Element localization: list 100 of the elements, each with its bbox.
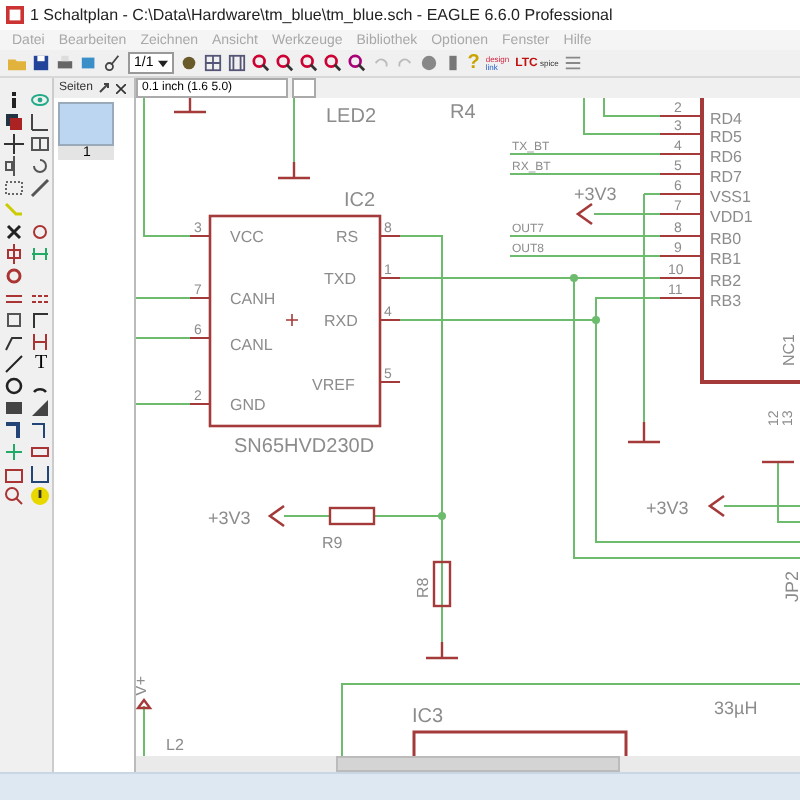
pin-label: RB3 bbox=[710, 292, 742, 310]
printer-icon[interactable] bbox=[56, 54, 74, 72]
move-icon[interactable] bbox=[4, 134, 24, 154]
pen-icon[interactable] bbox=[30, 178, 50, 198]
label-icon[interactable] bbox=[30, 442, 50, 462]
supply-label: +3V3 bbox=[574, 184, 617, 204]
pin-line bbox=[379, 381, 401, 383]
pin-label: CANH bbox=[230, 290, 276, 308]
rectangle-icon[interactable] bbox=[4, 398, 24, 418]
supply-label: +3V3 bbox=[208, 508, 251, 528]
pin-label: RB1 bbox=[710, 250, 742, 268]
ruler-icon[interactable] bbox=[30, 112, 50, 132]
pin-line bbox=[189, 337, 211, 339]
junction-dot bbox=[570, 274, 578, 282]
part-name: IC2 bbox=[344, 190, 376, 212]
layers-icon[interactable] bbox=[4, 112, 24, 132]
part-value: 33µH bbox=[714, 698, 758, 718]
zoom-icon[interactable] bbox=[251, 54, 270, 72]
pin-line bbox=[379, 319, 401, 321]
pin-label: GND bbox=[230, 396, 266, 414]
pin-label: RD6 bbox=[710, 148, 743, 166]
pin-label: RB2 bbox=[710, 272, 742, 290]
layout-icon[interactable] bbox=[564, 54, 583, 72]
zoom-out-icon[interactable] bbox=[299, 54, 318, 72]
package-icon[interactable] bbox=[4, 310, 24, 330]
pin-line bbox=[189, 403, 211, 405]
grid-icon[interactable] bbox=[227, 54, 246, 72]
grid-icon[interactable] bbox=[203, 54, 222, 72]
supply-triangle bbox=[136, 698, 153, 710]
caret-icon[interactable] bbox=[157, 59, 168, 67]
export-icon[interactable] bbox=[80, 54, 98, 72]
pin-line bbox=[659, 133, 701, 135]
pin-line bbox=[659, 115, 701, 117]
polygon-icon[interactable] bbox=[30, 398, 50, 418]
wire bbox=[583, 98, 661, 135]
circle-icon[interactable] bbox=[4, 376, 24, 396]
wire bbox=[293, 98, 295, 163]
pin-label: CANL bbox=[230, 336, 273, 354]
pin-label: VDD1 bbox=[710, 208, 753, 226]
ground-symbol bbox=[276, 160, 312, 180]
warning-icon[interactable] bbox=[30, 486, 50, 506]
delete-icon[interactable] bbox=[4, 222, 24, 242]
split-icon[interactable] bbox=[4, 244, 24, 264]
attribute-icon[interactable] bbox=[4, 464, 24, 484]
part-name: R9 bbox=[322, 534, 343, 552]
zoom-icon[interactable] bbox=[323, 54, 342, 72]
ground-symbol bbox=[626, 420, 662, 444]
pin-line bbox=[659, 193, 701, 195]
pin-label: RD5 bbox=[710, 128, 743, 146]
pin-label: VCC bbox=[230, 228, 264, 246]
part-name: IC3 bbox=[412, 706, 444, 728]
bend-icon[interactable] bbox=[4, 332, 24, 352]
corner-icon[interactable] bbox=[30, 310, 50, 330]
rotate-icon[interactable] bbox=[30, 156, 50, 176]
app-icon bbox=[6, 6, 24, 24]
pin-line bbox=[659, 255, 701, 257]
window-title: 1 Schaltplan - C:\Data\Hardware\tm_blue\tm_blue.sch - EAGLE 6.6.0 Professional bbox=[30, 6, 613, 24]
part-name: LED2 bbox=[326, 106, 377, 128]
pins-icon[interactable] bbox=[30, 332, 50, 352]
frame-icon[interactable] bbox=[30, 464, 50, 484]
line-icon[interactable] bbox=[4, 354, 24, 374]
pin-icon[interactable] bbox=[98, 82, 111, 94]
zoom-icon[interactable] bbox=[347, 54, 366, 72]
copy-icon[interactable] bbox=[30, 134, 50, 154]
pin-label: VSS1 bbox=[710, 188, 751, 206]
search-icon[interactable] bbox=[4, 486, 24, 506]
text-tool[interactable]: T bbox=[30, 354, 52, 376]
page-thumbnail[interactable] bbox=[58, 102, 115, 146]
junction-dot bbox=[438, 512, 446, 520]
pin-line bbox=[659, 173, 701, 175]
part-icon[interactable] bbox=[30, 222, 50, 242]
pin-line bbox=[379, 235, 401, 237]
pin-line bbox=[189, 235, 211, 237]
command-field[interactable] bbox=[292, 78, 316, 98]
pin-line bbox=[659, 213, 701, 215]
pin-label: RD7 bbox=[710, 168, 743, 186]
pin-line bbox=[659, 153, 701, 155]
zoom-in-icon[interactable] bbox=[275, 54, 294, 72]
scrollbar-thumb[interactable] bbox=[336, 756, 620, 772]
pin-label: RD4 bbox=[710, 110, 743, 128]
select-icon[interactable] bbox=[4, 178, 24, 198]
pin-label: RXD bbox=[324, 312, 358, 330]
pin-label: RB0 bbox=[710, 230, 742, 248]
pin-label: TXD bbox=[324, 270, 356, 288]
part-name: JP2 bbox=[782, 570, 800, 602]
pin-line bbox=[189, 297, 211, 299]
pin-label: VREF bbox=[312, 376, 355, 394]
part-name: L2 bbox=[166, 736, 184, 754]
pin-line bbox=[659, 277, 701, 279]
pin-label: NC1 bbox=[780, 333, 798, 366]
supply-label: +3V3 bbox=[646, 498, 689, 518]
resistor bbox=[432, 560, 452, 608]
part-name: R4 bbox=[450, 102, 476, 124]
pin-line bbox=[659, 235, 701, 237]
ground-symbol bbox=[424, 640, 460, 660]
save-icon[interactable] bbox=[32, 54, 50, 72]
origin-mark bbox=[285, 313, 299, 327]
part-name: R8 bbox=[414, 577, 432, 598]
help-button[interactable]: ? bbox=[467, 53, 480, 73]
close-icon[interactable] bbox=[116, 83, 127, 93]
